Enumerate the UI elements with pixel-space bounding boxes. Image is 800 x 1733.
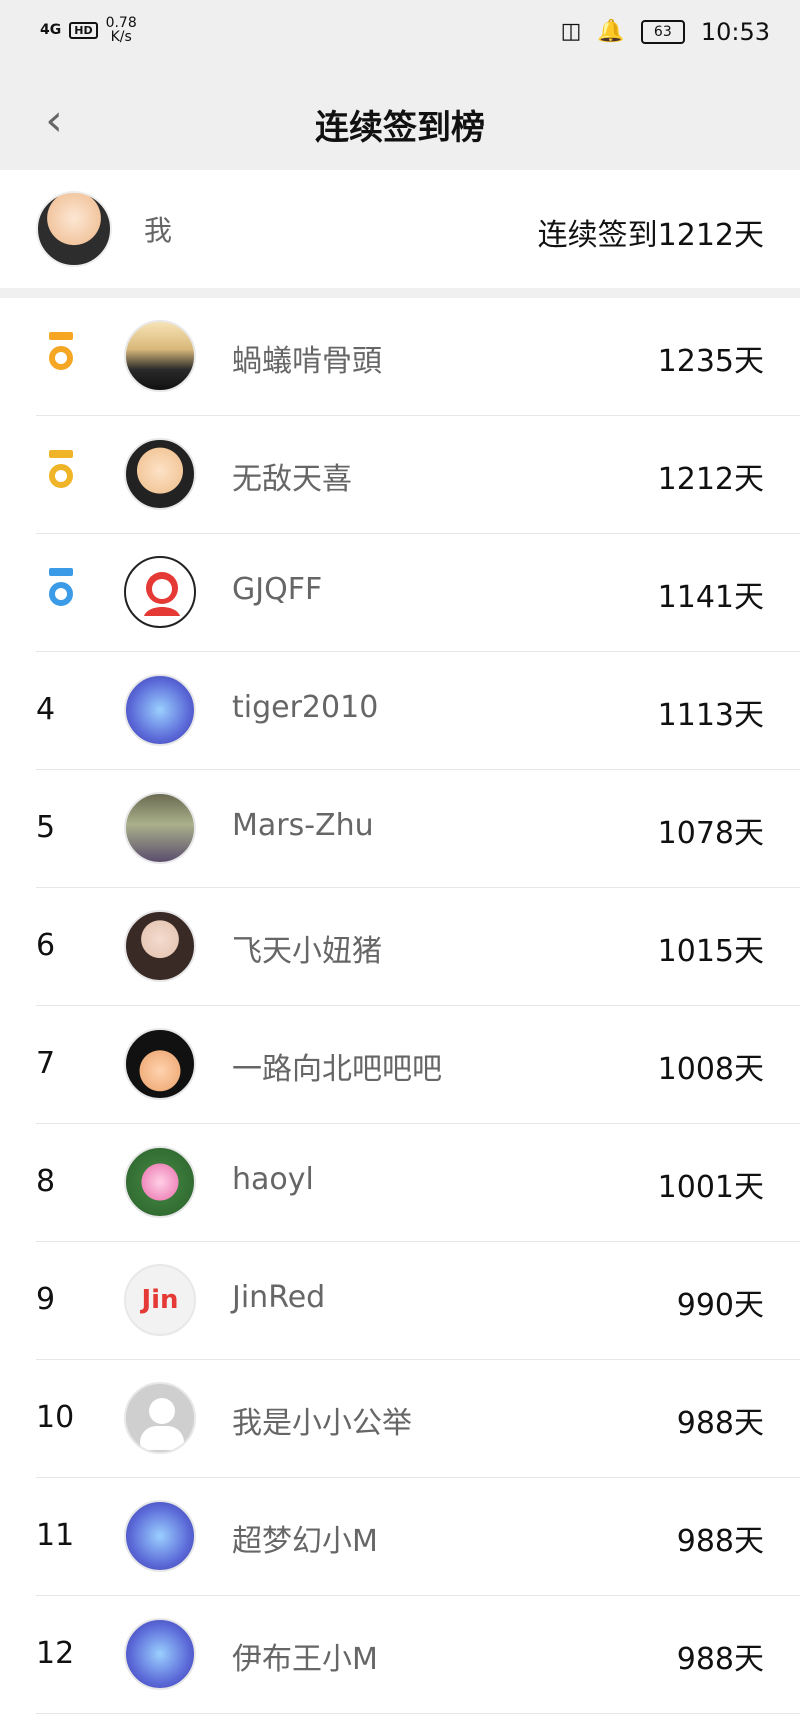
user-name: haoyl <box>232 1162 314 1197</box>
user-name: 伊布王小M <box>232 1642 378 1677</box>
hd-badge: HD <box>69 21 98 39</box>
streak-days: 1001天 <box>657 1170 764 1205</box>
avatar <box>124 320 196 392</box>
silver-medal-icon <box>44 450 78 496</box>
avatar <box>124 1618 196 1690</box>
streak-days: 1113天 <box>657 698 764 733</box>
rank-number: 7 <box>36 1046 56 1081</box>
rank-number: 9 <box>36 1282 56 1317</box>
leaderboard-row[interactable]: 无敌天喜 1212天 <box>36 416 800 534</box>
signal-indicator: 4G <box>40 22 62 38</box>
streak-days: 1008天 <box>657 1052 764 1087</box>
leaderboard-row[interactable]: 9 Jin JinRed 990天 <box>36 1242 800 1360</box>
rank-number: 11 <box>36 1518 75 1553</box>
page-title: 连续签到榜 <box>315 108 485 148</box>
bell-icon: 🔔 <box>597 19 625 44</box>
my-streak: 连续签到1212天 <box>537 218 764 253</box>
rank-number: 8 <box>36 1164 56 1199</box>
leaderboard-list: 蝸蟻啃骨頭 1235天 无敌天喜 1212天 GJQFF 1141天 4 tig… <box>0 298 800 1714</box>
leaderboard-row[interactable]: 蝸蟻啃骨頭 1235天 <box>36 298 800 416</box>
streak-days: 988天 <box>676 1524 764 1559</box>
user-name: JinRed <box>232 1280 326 1315</box>
status-right: ◫ 🔔 63 10:53 <box>561 18 770 46</box>
streak-days: 1212天 <box>657 462 764 497</box>
status-time: 10:53 <box>700 18 770 46</box>
bronze-medal-icon <box>44 568 78 614</box>
avatar: Jin <box>124 1264 196 1336</box>
user-name: Mars-Zhu <box>232 808 374 843</box>
my-avatar <box>36 191 112 267</box>
battery-icon: 63 <box>640 20 685 44</box>
user-name: 飞天小妞猪 <box>232 934 382 969</box>
user-name: 我是小小公举 <box>232 1406 412 1441</box>
default-user-icon <box>124 1382 196 1454</box>
rank-number: 12 <box>36 1636 75 1671</box>
leaderboard-row[interactable]: 8 haoyl 1001天 <box>36 1124 800 1242</box>
avatar <box>124 910 196 982</box>
user-name: 无敌天喜 <box>232 462 352 497</box>
gold-medal-icon <box>44 332 78 378</box>
streak-days: 988天 <box>676 1406 764 1441</box>
network-speed-unit: K/s <box>110 29 132 45</box>
user-name: 一路向北吧吧吧 <box>232 1052 442 1087</box>
streak-days: 1078天 <box>657 816 764 851</box>
avatar <box>124 556 196 628</box>
network-speed-value: 0.78 <box>105 15 137 31</box>
streak-days: 1141天 <box>657 580 764 615</box>
leaderboard-row[interactable]: 7 一路向北吧吧吧 1008天 <box>36 1006 800 1124</box>
rank-number: 10 <box>36 1400 75 1435</box>
rank-number: 4 <box>36 692 56 727</box>
avatar <box>124 1146 196 1218</box>
red-hood-icon <box>144 572 180 616</box>
network-speed: 0.78 K/s <box>106 16 137 44</box>
avatar <box>124 1500 196 1572</box>
rank-number: 6 <box>36 928 56 963</box>
status-left: 4G HD 0.78 K/s <box>40 16 137 44</box>
user-name: tiger2010 <box>232 690 379 725</box>
user-name: 超梦幻小M <box>232 1524 378 1559</box>
section-divider <box>0 288 800 298</box>
rank-number: 5 <box>36 810 56 845</box>
my-rank-row[interactable]: 我 连续签到1212天 <box>0 170 800 288</box>
leaderboard-row[interactable]: GJQFF 1141天 <box>36 534 800 652</box>
streak-days: 1015天 <box>657 934 764 969</box>
status-bar: 4G HD 0.78 K/s ◫ 🔔 63 10:53 <box>0 0 800 70</box>
leaderboard-row[interactable]: 12 伊布王小M 988天 <box>36 1596 800 1714</box>
avatar <box>124 1028 196 1100</box>
streak-days: 988天 <box>676 1642 764 1677</box>
jin-logo: Jin <box>141 1285 179 1315</box>
user-name: 蝸蟻啃骨頭 <box>232 344 382 379</box>
streak-days: 990天 <box>676 1288 764 1323</box>
leaderboard-row[interactable]: 11 超梦幻小M 988天 <box>36 1478 800 1596</box>
avatar <box>124 674 196 746</box>
avatar <box>124 792 196 864</box>
leaderboard-row[interactable]: 5 Mars-Zhu 1078天 <box>36 770 800 888</box>
leaderboard-row[interactable]: 10 我是小小公举 988天 <box>36 1360 800 1478</box>
leaderboard-row[interactable]: 4 tiger2010 1113天 <box>36 652 800 770</box>
avatar <box>124 438 196 510</box>
user-name: GJQFF <box>232 572 323 607</box>
dolby-icon: ◫ <box>560 19 582 44</box>
streak-days: 1235天 <box>657 344 764 379</box>
my-name: 我 <box>144 214 173 247</box>
page-header: ‹ 连续签到榜 <box>0 70 800 170</box>
leaderboard-row[interactable]: 6 飞天小妞猪 1015天 <box>36 888 800 1006</box>
